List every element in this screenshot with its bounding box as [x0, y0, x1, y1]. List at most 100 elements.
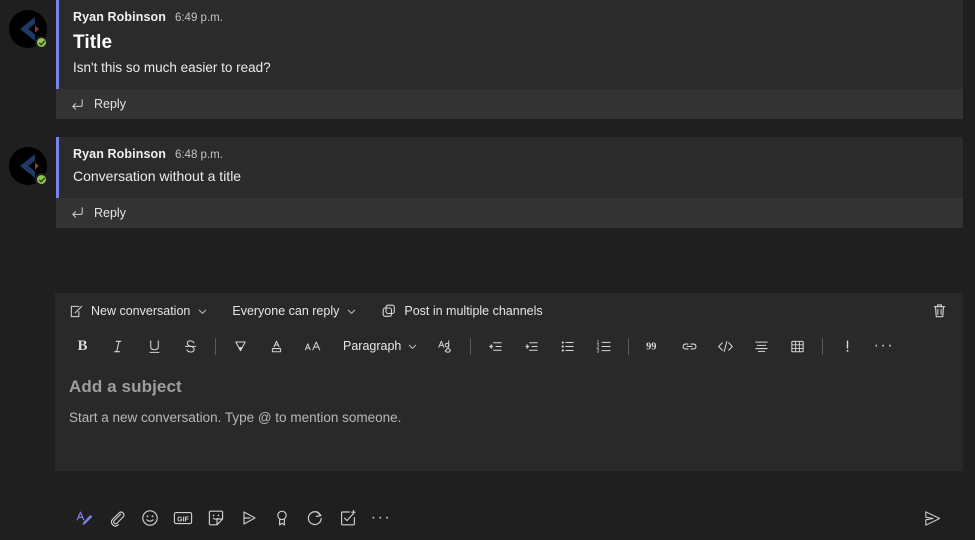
paragraph-style-dropdown[interactable]: Paragraph	[343, 339, 418, 353]
message-block: Ryan Robinson 6:48 p.m. Conversation wit…	[0, 137, 975, 228]
composer-action-bar: GIF ···	[55, 496, 975, 540]
discard-draft-button[interactable]	[930, 302, 949, 321]
stream-video-button[interactable]	[234, 503, 264, 533]
svg-text:3: 3	[596, 348, 599, 354]
reply-permission-label: Everyone can reply	[232, 304, 340, 318]
subject-input[interactable]: Add a subject	[69, 377, 949, 397]
reply-bar[interactable]: Reply	[56, 89, 963, 120]
reply-arrow-icon	[72, 207, 83, 218]
check-icon	[38, 177, 45, 182]
message-author: Ryan Robinson	[73, 10, 166, 24]
font-color-icon	[271, 340, 282, 352]
reply-arrow-icon	[72, 98, 83, 110]
strikethrough-button[interactable]	[177, 333, 204, 360]
attach-file-button[interactable]	[102, 503, 132, 533]
reply-bar[interactable]: Reply	[56, 197, 963, 228]
send-icon	[924, 510, 940, 526]
more-formatting-button[interactable]: ···	[870, 333, 897, 360]
insert-link-button[interactable]	[676, 333, 703, 360]
message-text: Isn't this so much easier to read?	[73, 59, 271, 75]
composer-options-bar: New conversation Everyone can reply Post…	[55, 293, 963, 329]
praise-badge-icon	[277, 510, 287, 526]
quote-icon: 99	[647, 341, 657, 352]
tasks-button[interactable]	[333, 503, 363, 533]
presence-badge-available	[35, 173, 48, 187]
copy-channels-icon	[383, 304, 396, 317]
presence-badge-available	[35, 36, 48, 49]
new-conversation-dropdown[interactable]: New conversation	[69, 304, 208, 319]
underline-button[interactable]	[141, 333, 168, 360]
insert-table-button[interactable]	[784, 333, 811, 360]
emoji-button[interactable]	[135, 503, 165, 533]
new-conversation-label: New conversation	[91, 304, 191, 318]
message-row: Ryan Robinson 6:49 p.m. Title Isn't this…	[0, 0, 975, 90]
align-icon	[755, 341, 769, 352]
message-composer: New conversation Everyone can reply Post…	[55, 293, 963, 471]
avatar[interactable]	[9, 147, 48, 187]
sticker-icon	[208, 510, 224, 526]
increase-indent-button[interactable]	[518, 333, 545, 360]
post-multiple-channels-label: Post in multiple channels	[404, 304, 543, 318]
avatar[interactable]	[9, 10, 48, 49]
numbered-list-icon: 1 2 3	[596, 340, 611, 354]
numbered-list-button[interactable]: 1 2 3	[590, 333, 617, 360]
link-icon	[682, 343, 697, 349]
svg-text:GIF: GIF	[177, 516, 189, 523]
font-size-button[interactable]	[299, 333, 326, 360]
svg-text:99: 99	[647, 341, 657, 352]
send-button[interactable]	[917, 503, 947, 533]
giphy-button[interactable]: GIF	[168, 503, 198, 533]
reply-label: Reply	[94, 205, 126, 220]
toolbar-divider	[215, 337, 216, 355]
message-card[interactable]: Ryan Robinson 6:49 p.m. Title Isn't this…	[56, 0, 963, 90]
paperclip-icon	[110, 511, 125, 527]
message-block: Ryan Robinson 6:49 p.m. Title Isn't this…	[0, 0, 975, 120]
strikethrough-icon	[184, 339, 197, 352]
praise-button[interactable]	[267, 503, 297, 533]
loop-component-button[interactable]	[300, 503, 330, 533]
formatting-toolbar: B Paragraph 1 2 3 99 ···	[55, 329, 963, 363]
increase-indent-icon	[525, 341, 539, 351]
decrease-indent-button[interactable]	[482, 333, 509, 360]
quote-button[interactable]: 99	[640, 333, 667, 360]
clear-formatting-icon	[438, 340, 452, 353]
format-pen-icon	[76, 511, 92, 525]
important-button[interactable]	[834, 333, 861, 360]
toolbar-divider	[822, 337, 824, 355]
toolbar-divider	[628, 337, 630, 355]
chevron-down-icon	[409, 344, 417, 349]
exclamation-icon	[846, 340, 849, 352]
bold-button[interactable]: B	[69, 333, 96, 360]
decrease-indent-icon	[489, 341, 503, 351]
message-body-input[interactable]: Start a new conversation. Type @ to ment…	[69, 410, 949, 425]
more-options-button[interactable]: ···	[366, 503, 396, 533]
ellipsis-icon: ···	[370, 509, 392, 526]
message-card[interactable]: Ryan Robinson 6:48 p.m. Conversation wit…	[56, 137, 963, 198]
conversation-thread: Ryan Robinson 6:49 p.m. Title Isn't this…	[0, 0, 975, 246]
font-color-button[interactable]	[263, 333, 290, 360]
avatar-container	[0, 137, 56, 187]
highlight-color-button[interactable]	[227, 333, 254, 360]
italic-icon	[114, 340, 122, 352]
post-multiple-channels-button[interactable]: Post in multiple channels	[381, 303, 543, 319]
paragraph-style-label: Paragraph	[343, 339, 402, 353]
format-button[interactable]	[69, 503, 99, 533]
message-row: Ryan Robinson 6:48 p.m. Conversation wit…	[0, 137, 975, 198]
underline-icon	[149, 339, 160, 353]
code-block-button[interactable]	[712, 333, 739, 360]
sticker-button[interactable]	[201, 503, 231, 533]
emoji-icon	[142, 510, 158, 526]
message-text: Conversation without a title	[73, 167, 242, 184]
chevron-down-icon	[348, 309, 356, 314]
align-button[interactable]	[748, 333, 775, 360]
trash-icon	[933, 304, 946, 318]
play-outline-icon	[243, 511, 256, 525]
table-icon	[791, 340, 805, 352]
font-size-icon	[304, 340, 321, 350]
clear-formatting-button[interactable]	[432, 333, 459, 360]
reply-permission-dropdown[interactable]: Everyone can reply	[232, 304, 357, 318]
italic-button[interactable]	[105, 333, 132, 360]
bulleted-list-icon	[562, 340, 575, 352]
reply-label: Reply	[94, 97, 126, 112]
bulleted-list-button[interactable]	[554, 333, 581, 360]
